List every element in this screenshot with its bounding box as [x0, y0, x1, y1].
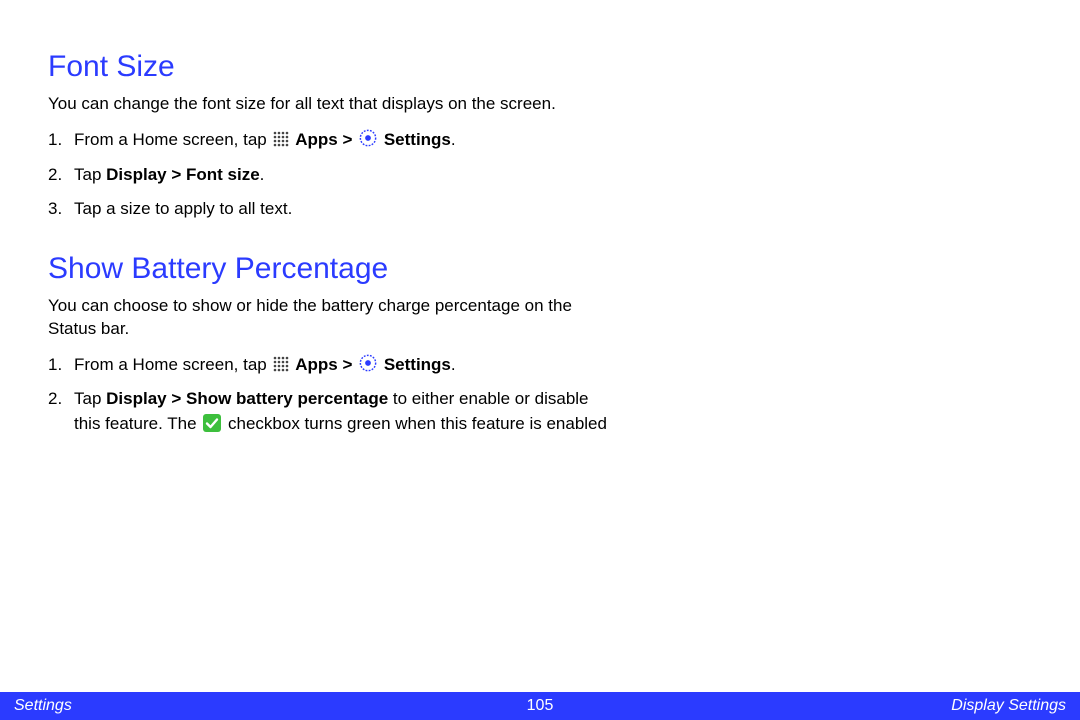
- step-2: 2. Tap Display > Font size.: [74, 163, 608, 188]
- heading-font-size: Font Size: [48, 50, 608, 83]
- settings-label: Settings: [384, 355, 451, 374]
- gt-separator: >: [342, 355, 357, 374]
- settings-label: Settings: [384, 130, 451, 149]
- step-number: 1.: [48, 128, 62, 153]
- checkbox-green-icon: [203, 414, 221, 432]
- step-number: 3.: [48, 197, 62, 222]
- intro-battery: You can choose to show or hide the batte…: [48, 295, 608, 341]
- step-end: .: [451, 130, 456, 149]
- step-number: 1.: [48, 353, 62, 378]
- apps-label: Apps: [295, 130, 338, 149]
- apps-grid-icon: [273, 355, 289, 371]
- intro-font-size: You can change the font size for all tex…: [48, 93, 608, 116]
- step-2: 2. Tap Display > Show battery percentage…: [74, 387, 608, 436]
- gt-separator: >: [342, 130, 357, 149]
- step-text-tail: checkbox turns green when this feature i…: [228, 414, 607, 433]
- steps-battery: 1. From a Home screen, tap Apps: [48, 353, 608, 437]
- step-end: .: [451, 355, 456, 374]
- apps-label: Apps: [295, 355, 338, 374]
- settings-gear-icon: [359, 129, 377, 147]
- document-page: Font Size You can change the font size f…: [0, 0, 1080, 720]
- content-column: Font Size You can change the font size f…: [48, 50, 608, 447]
- section-battery: Show Battery Percentage You can choose t…: [48, 252, 608, 437]
- apps-grid-icon: [273, 130, 289, 146]
- step-text: From a Home screen, tap: [74, 130, 271, 149]
- settings-gear-icon: [359, 354, 377, 372]
- step-1: 1. From a Home screen, tap Apps: [74, 353, 608, 378]
- page-footer: Settings 105 Display Settings: [0, 692, 1080, 720]
- step-number: 2.: [48, 387, 62, 412]
- steps-font-size: 1. From a Home screen, tap Apps >: [48, 128, 608, 222]
- step-3: 3. Tap a size to apply to all text.: [74, 197, 608, 222]
- step-bold: Display > Font size: [106, 165, 260, 184]
- footer-right: Display Settings: [951, 697, 1066, 715]
- step-text: Tap a size to apply to all text.: [74, 199, 292, 218]
- step-text: Tap: [74, 165, 106, 184]
- step-text: From a Home screen, tap: [74, 355, 271, 374]
- footer-page-number: 105: [0, 697, 1080, 715]
- step-text: Tap: [74, 389, 106, 408]
- step-bold: Display > Show battery percentage: [106, 389, 388, 408]
- heading-battery: Show Battery Percentage: [48, 252, 608, 285]
- step-1: 1. From a Home screen, tap Apps >: [74, 128, 608, 153]
- step-number: 2.: [48, 163, 62, 188]
- step-end: .: [260, 165, 265, 184]
